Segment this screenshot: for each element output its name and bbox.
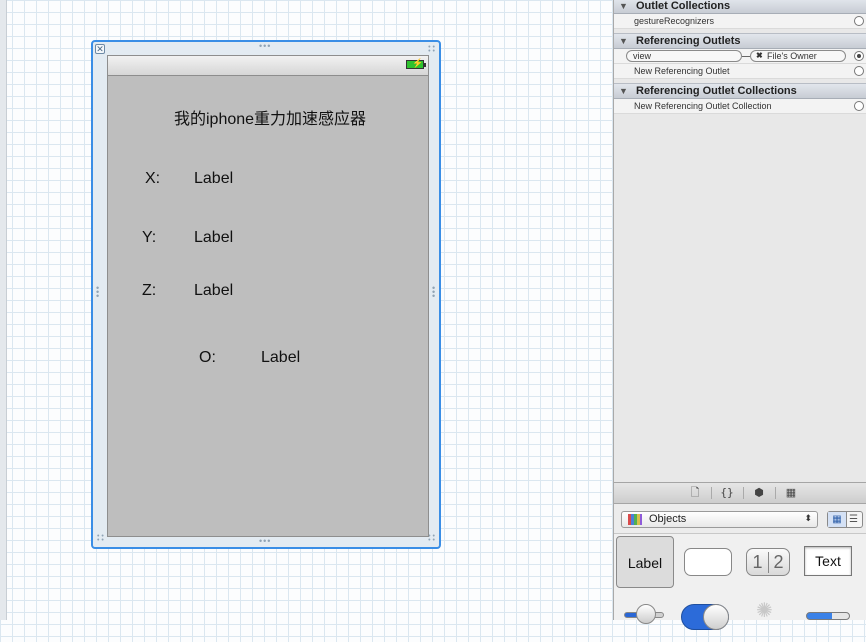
connection-target: File's Owner (767, 51, 817, 61)
library-item-slider[interactable] (616, 590, 674, 642)
switch-icon (681, 604, 729, 630)
new-referencing-outlet-collection-label: New Referencing Outlet Collection (634, 101, 772, 111)
status-bar: ⚡ (108, 56, 428, 76)
updown-arrows-icon: ⬍ (804, 513, 812, 523)
section-title: Referencing Outlets (636, 35, 741, 47)
text-field-icon: Text (804, 546, 852, 576)
connection-circle-icon[interactable] (854, 66, 864, 76)
slider-thumb-icon (636, 604, 656, 624)
battery-icon: ⚡ (406, 58, 426, 69)
close-icon[interactable]: ✕ (95, 44, 105, 54)
library-item-activity-indicator[interactable]: ✺ (738, 590, 796, 642)
connection-circle-filled-icon[interactable] (854, 51, 864, 61)
z-value-label[interactable]: Label (194, 282, 233, 300)
library-item-segmented-control[interactable]: 1 2 (738, 536, 796, 588)
connection-line (742, 56, 750, 57)
resize-handle-bottom[interactable]: ••• (259, 537, 271, 546)
resize-handle-bottom-right[interactable]: • • • • (428, 533, 435, 544)
section-title: Referencing Outlet Collections (636, 85, 797, 97)
list-view-icon[interactable]: ☰ (845, 512, 862, 527)
progress-view-icon (806, 612, 850, 620)
y-value-label[interactable]: Label (194, 229, 233, 247)
z-caption-label[interactable]: Z: (142, 282, 156, 300)
disconnect-x-icon[interactable]: ✖ (756, 51, 763, 61)
utilities-panel: ▼ Outlet Collections gestureRecognizers … (613, 0, 866, 630)
label-tile-text: Label (627, 555, 663, 571)
outlet-row-gesture-recognizers: gestureRecognizers (614, 14, 866, 29)
tab-separator (711, 487, 712, 499)
library-view-toggle[interactable]: ▦ ☰ (827, 511, 863, 528)
library-item-round-rect-button[interactable] (676, 536, 734, 588)
outlet-name: gestureRecognizers (634, 16, 715, 26)
library-item-text-field[interactable]: Text (800, 536, 858, 588)
library-tab-bar: 🗋 {} ⬢ ▦ (614, 482, 866, 504)
segmented-control-icon: 1 2 (746, 548, 790, 576)
disclosure-triangle-icon[interactable]: ▼ (619, 86, 628, 96)
library-item-progress-view[interactable] (800, 590, 858, 642)
tab-separator (743, 487, 744, 499)
code-snippet-icon[interactable]: {} (719, 486, 735, 500)
file-template-icon[interactable]: 🗋 (687, 486, 703, 500)
segment-2-text: 2 (773, 552, 784, 572)
y-caption-label[interactable]: Y: (142, 229, 156, 247)
media-icon[interactable]: ▦ (783, 486, 799, 500)
disclosure-triangle-icon[interactable]: ▼ (619, 1, 628, 11)
library-item-label[interactable]: Label (616, 536, 674, 588)
objects-select-label: Objects (649, 513, 687, 525)
o-caption-label[interactable]: O: (199, 349, 216, 367)
referencing-outlets-header[interactable]: ▼ Referencing Outlets (614, 33, 866, 49)
segment-1-text: 1 (747, 552, 769, 573)
referencing-outlet-connection-row: view ✖ File's Owner (614, 49, 866, 64)
disclosure-triangle-icon[interactable]: ▼ (619, 36, 628, 46)
library-item-switch[interactable] (680, 590, 738, 642)
resize-handle-top[interactable]: ••• (259, 42, 271, 51)
object-cube-icon[interactable]: ⬢ (751, 486, 767, 500)
new-referencing-outlet-collection-row: New Referencing Outlet Collection (614, 99, 866, 114)
connection-circle-icon[interactable] (854, 16, 864, 26)
canvas-left-edge (0, 0, 7, 620)
section-title: Outlet Collections (636, 0, 731, 12)
x-caption-label[interactable]: X: (145, 170, 160, 188)
x-value-label[interactable]: Label (194, 170, 233, 188)
new-referencing-outlet-label: New Referencing Outlet (634, 66, 730, 76)
main-view[interactable]: ⚡ 我的iphone重力加速感应器 X: Label Y: Label Z: L… (107, 55, 429, 537)
new-referencing-outlet-row: New Referencing Outlet (614, 64, 866, 79)
outlet-collections-header[interactable]: ▼ Outlet Collections (614, 0, 866, 14)
connection-circle-icon[interactable] (854, 101, 864, 111)
referencing-outlet-collections-header[interactable]: ▼ Referencing Outlet Collections (614, 83, 866, 99)
library-selector-bar: Objects ⬍ ▦ ☰ (614, 504, 866, 534)
resize-handle-bottom-left[interactable]: • • • • (97, 533, 104, 544)
view-controller-frame[interactable]: ✕ ••• ••• • • • • • • • • • • • • • • • • • • ⚡… (91, 40, 441, 549)
object-library-grid: Label 1 2 Text ✺ (614, 534, 866, 630)
title-label[interactable]: 我的iphone重力加速感应器 (174, 105, 366, 129)
inspector-empty-area (614, 116, 866, 482)
resize-handle-left[interactable]: • • • (96, 284, 100, 301)
files-owner-pill[interactable]: ✖ File's Owner (750, 50, 846, 62)
activity-indicator-icon: ✺ (756, 600, 773, 622)
outlet-view-pill[interactable]: view (626, 50, 742, 62)
tab-separator (775, 487, 776, 499)
objects-library-select[interactable]: Objects ⬍ (621, 511, 818, 528)
resize-handle-right[interactable]: • • • (432, 284, 436, 301)
o-value-label[interactable]: Label (261, 349, 300, 367)
round-rect-button-icon (684, 548, 732, 576)
books-icon (628, 514, 642, 525)
resize-handle-top-right[interactable]: • • • • (428, 44, 435, 55)
